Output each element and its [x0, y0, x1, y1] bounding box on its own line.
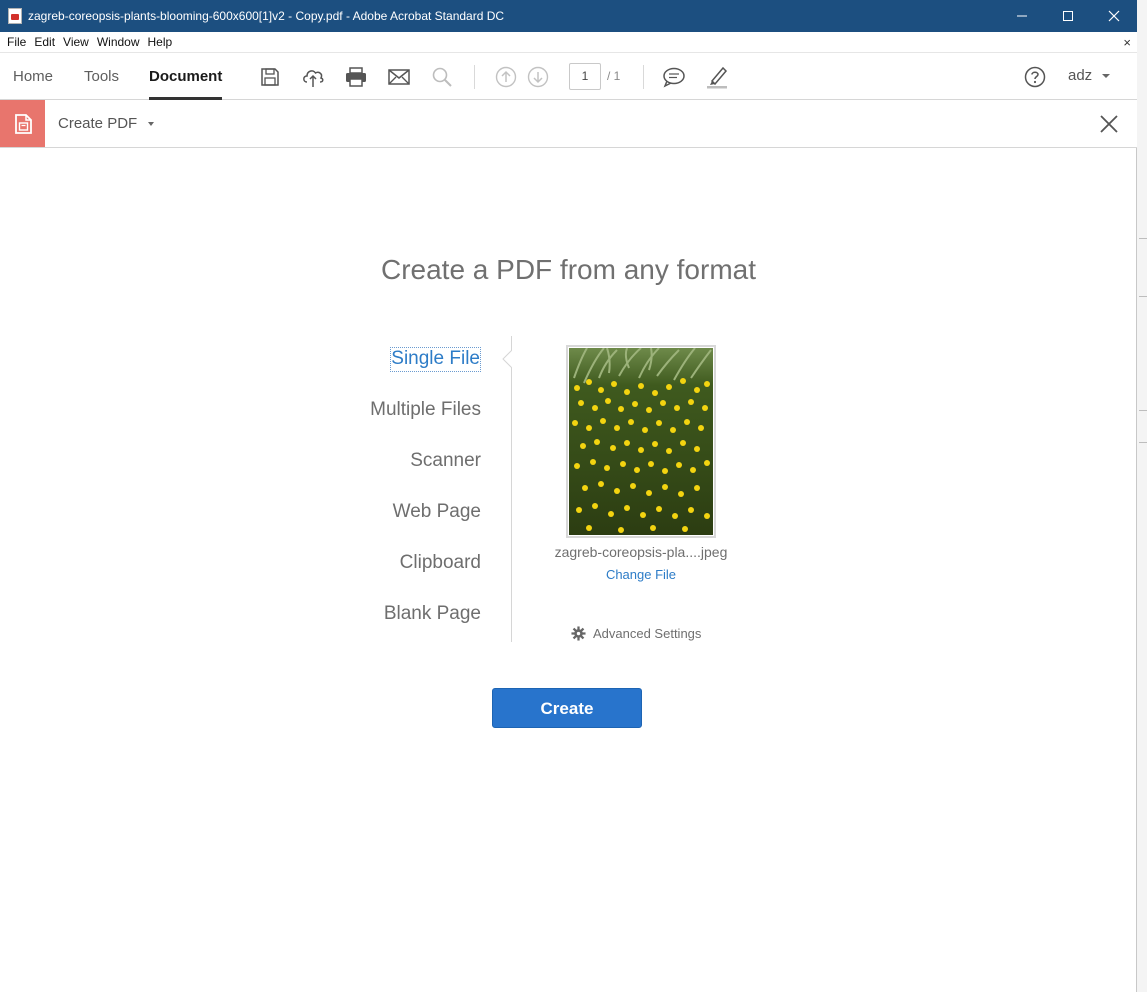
tool-name-dropdown[interactable]: Create PDF	[58, 115, 137, 132]
cloud-upload-icon[interactable]	[301, 65, 325, 89]
flower-image	[569, 348, 713, 535]
prev-page-icon[interactable]	[494, 65, 518, 89]
chevron-down-icon[interactable]	[1102, 74, 1110, 78]
selection-notch	[502, 350, 516, 368]
close-document-icon[interactable]: ×	[1123, 35, 1131, 50]
minimize-icon[interactable]	[999, 0, 1045, 32]
search-icon[interactable]	[430, 65, 454, 89]
menu-help[interactable]: Help	[148, 35, 173, 49]
window-controls	[999, 0, 1137, 32]
menu-bar: File Edit View Window Help ×	[0, 32, 1137, 53]
next-page-icon[interactable]	[526, 65, 550, 89]
tab-home[interactable]: Home	[13, 53, 53, 100]
menu-edit[interactable]: Edit	[34, 35, 55, 49]
page-total: / 1	[607, 69, 621, 83]
menu-view[interactable]: View	[63, 35, 89, 49]
tool-header: Create PDF	[0, 100, 1137, 148]
toolbar-separator	[643, 65, 644, 89]
save-icon[interactable]	[258, 65, 282, 89]
option-web-page[interactable]: Web Page	[393, 501, 481, 523]
help-icon[interactable]	[1023, 65, 1047, 89]
options-divider	[511, 336, 512, 642]
highlight-pen-icon[interactable]	[705, 65, 729, 89]
email-icon[interactable]	[387, 65, 411, 89]
title-bar: zagreb-coreopsis-plants-blooming-600x600…	[0, 0, 1137, 32]
create-pdf-icon	[0, 100, 45, 147]
close-icon[interactable]	[1091, 0, 1137, 32]
option-blank-page[interactable]: Blank Page	[384, 603, 481, 625]
option-scanner[interactable]: Scanner	[410, 450, 481, 472]
chevron-down-icon[interactable]	[148, 122, 154, 126]
toolbar-separator	[474, 65, 475, 89]
gear-icon	[571, 626, 586, 641]
pdf-file-icon	[8, 8, 22, 24]
print-icon[interactable]	[344, 65, 368, 89]
create-button[interactable]: Create	[492, 688, 642, 728]
file-name: zagreb-coreopsis-pla....jpeg	[554, 544, 728, 560]
page-title: Create a PDF from any format	[380, 254, 756, 285]
maximize-icon[interactable]	[1045, 0, 1091, 32]
comment-icon[interactable]	[662, 65, 686, 89]
option-multiple-files[interactable]: Multiple Files	[370, 399, 481, 421]
user-menu[interactable]: adz	[1068, 67, 1092, 84]
toolbar: Home Tools Document 1 / 1 adz	[0, 53, 1137, 100]
tab-tools[interactable]: Tools	[84, 53, 119, 100]
menu-window[interactable]: Window	[97, 35, 140, 49]
background-window-edge	[1137, 0, 1147, 992]
advanced-settings-link[interactable]: Advanced Settings	[571, 626, 701, 641]
change-file-link[interactable]: Change File	[491, 567, 791, 582]
acrobat-window: zagreb-coreopsis-plants-blooming-600x600…	[0, 0, 1137, 992]
menu-file[interactable]: File	[7, 35, 26, 49]
close-tool-icon[interactable]	[1097, 112, 1121, 136]
advanced-settings-label: Advanced Settings	[593, 626, 702, 641]
window-title: zagreb-coreopsis-plants-blooming-600x600…	[28, 9, 505, 23]
file-thumbnail[interactable]	[566, 345, 716, 538]
page-number-input[interactable]: 1	[569, 63, 601, 90]
option-clipboard[interactable]: Clipboard	[400, 552, 481, 574]
option-single-file[interactable]: Single File	[390, 347, 481, 372]
tab-document[interactable]: Document	[149, 53, 223, 100]
